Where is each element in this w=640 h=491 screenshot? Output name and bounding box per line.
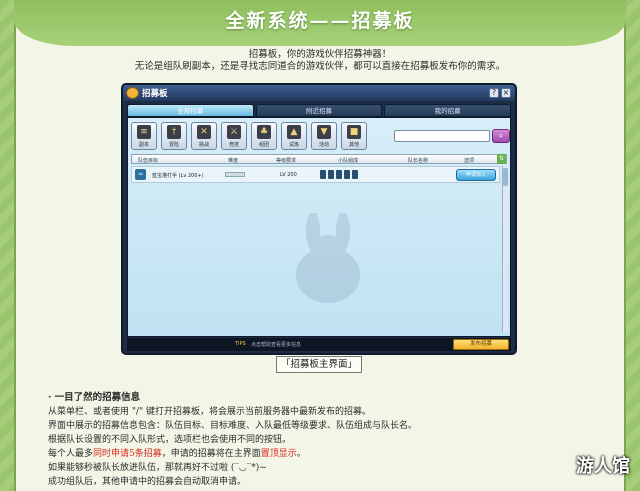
screenshot-caption: 「招募板主界面」 (276, 356, 362, 373)
category-other-button[interactable]: ■ 其他 (341, 122, 367, 150)
row-level: LV 200 (280, 172, 297, 178)
recruit-board-window: 招募板 ? × 全部招募 附近招募 我的招募 ≡ 副本 † 冒险 ✕ 挑战 ⚔ … (121, 83, 517, 355)
search-input[interactable] (394, 130, 490, 142)
class-slot-icon (352, 170, 358, 179)
paragraph-5: 如果能够秒被队长放进队伍，那就再好不过啦 (‾◡‾*)~ (48, 463, 267, 473)
publish-recruit-button[interactable]: 发布招募 (453, 339, 509, 350)
col-options[interactable]: 选项 (464, 157, 474, 164)
col-difficulty[interactable]: 难度 (228, 157, 238, 164)
paragraph-4-part: 。 (296, 449, 306, 459)
paragraph-1: 从菜单栏、或者使用 "/" 键打开招募板，将会展示当前服务器中最新发布的招募。 (48, 407, 372, 417)
col-level[interactable]: 等级要求 (276, 157, 296, 164)
highlight-apply-limit: 同时申请5条招募 (93, 449, 162, 459)
group-icon: ♣ (257, 125, 271, 139)
category-arena-button[interactable]: ⚔ 竞技 (221, 122, 247, 150)
table-row[interactable]: ≈ 蓝宝港打手 (Lv 200+) LV 200 申请加入 (131, 166, 500, 183)
category-label: 挑战 (198, 142, 209, 148)
category-trial-button[interactable]: ▲ 试炼 (281, 122, 307, 150)
search-icon: ⌕ (498, 131, 504, 140)
category-bar: ≡ 副本 † 冒险 ✕ 挑战 ⚔ 竞技 ♣ 组团 ▲ 试炼 ▼ 活动 ■ 其他 (131, 122, 367, 150)
page-title: 全新系统——招募板 (225, 10, 415, 32)
tab-nearby-recruits[interactable]: 附近招募 (255, 104, 383, 117)
paragraph-4-part: ，申请的招募将在主界面 (161, 449, 261, 459)
category-label: 其他 (348, 142, 359, 148)
scroll-icon: ≡ (137, 125, 151, 139)
site-watermark: 游人馆 (576, 456, 630, 477)
list-scrollbar[interactable] (502, 166, 508, 332)
category-raid-button[interactable]: ♣ 组团 (251, 122, 277, 150)
class-slot-icon (320, 170, 326, 179)
board-logo-icon (126, 87, 139, 99)
duel-icon: ⚔ (227, 125, 241, 139)
tips-label: TIPS (235, 341, 246, 347)
category-label: 活动 (318, 142, 329, 148)
window-title: 招募板 (142, 89, 168, 99)
scrollbar-thumb[interactable] (503, 168, 508, 186)
tab-bar: 全部招募 附近招募 我的招募 (127, 104, 512, 117)
paragraph-4: 每个人最多同时申请5条招募，申请的招募将在主界面置顶显示。 (48, 446, 306, 459)
class-slot-icon (328, 170, 334, 179)
search-button[interactable]: ⌕ (492, 129, 510, 143)
difficulty-bar (225, 172, 245, 177)
class-slot-icon (336, 170, 342, 179)
sort-icon[interactable]: ⇅ (497, 154, 506, 164)
chest-icon: ■ (347, 125, 361, 139)
highlight-pinned: 置顶显示 (260, 449, 297, 459)
category-label: 竞技 (228, 142, 239, 148)
category-event-button[interactable]: ▼ 活动 (311, 122, 337, 150)
hat-icon: ▲ (287, 125, 301, 139)
table-header: 队伍目标 难度 等级要求 小队组成 队长名称 选项 ⇅ (131, 154, 507, 164)
category-dungeon-button[interactable]: ≡ 副本 (131, 122, 157, 150)
col-target[interactable]: 队伍目标 (138, 157, 158, 164)
sword-icon: † (167, 125, 181, 139)
crossed-swords-icon: ✕ (197, 125, 211, 139)
close-button[interactable]: × (501, 88, 511, 98)
apply-join-button[interactable]: 申请加入 (456, 169, 496, 181)
help-button[interactable]: ? (489, 88, 499, 98)
col-team[interactable]: 小队组成 (338, 157, 358, 164)
category-challenge-button[interactable]: ✕ 挑战 (191, 122, 217, 150)
window-titlebar[interactable]: 招募板 ? × (123, 85, 515, 101)
tab-all-recruits[interactable]: 全部招募 (127, 104, 254, 117)
paragraph-2: 界面中展示的招募信息包含：队伍目标、目标难度、入队最低等级要求、队伍组成与队长名… (48, 421, 418, 431)
tips-text: 点击帮助查看更多信息 (251, 342, 302, 348)
team-composition (320, 170, 358, 179)
status-bar: TIPS 点击帮助查看更多信息 发布招募 (127, 338, 511, 351)
recruit-list-panel: ≡ 副本 † 冒险 ✕ 挑战 ⚔ 竞技 ♣ 组团 ▲ 试炼 ▼ 活动 ■ 其他 … (127, 117, 511, 337)
paragraph-4-part: 每个人最多 (48, 449, 94, 459)
paragraph-6: 成功组队后，其他申请中的招募会自动取消申请。 (48, 477, 247, 487)
section-heading: · 一目了然的招募信息 (48, 392, 141, 403)
category-label: 试炼 (288, 142, 299, 148)
row-target: 蓝宝港打手 (Lv 200+) (152, 173, 204, 179)
class-slot-icon (344, 170, 350, 179)
col-leader[interactable]: 队长名称 (408, 157, 428, 164)
badge-icon: ▼ (317, 125, 331, 139)
paragraph-3: 根据队长设置的不同入队形式，选项栏也会使用不同的按钮。 (48, 435, 292, 445)
tab-my-recruits[interactable]: 我的招募 (384, 104, 512, 117)
category-label: 副本 (138, 142, 149, 148)
category-label: 冒险 (168, 142, 179, 148)
dungeon-icon: ≈ (135, 169, 146, 180)
category-adventure-button[interactable]: † 冒险 (161, 122, 187, 150)
mascot-watermark-icon (296, 213, 360, 303)
category-label: 组团 (258, 142, 269, 148)
intro-line-2: 无论是组队刷副本，还是寻找志同道合的游戏伙伴，都可以直接在招募板发布你的需求。 (134, 61, 506, 72)
